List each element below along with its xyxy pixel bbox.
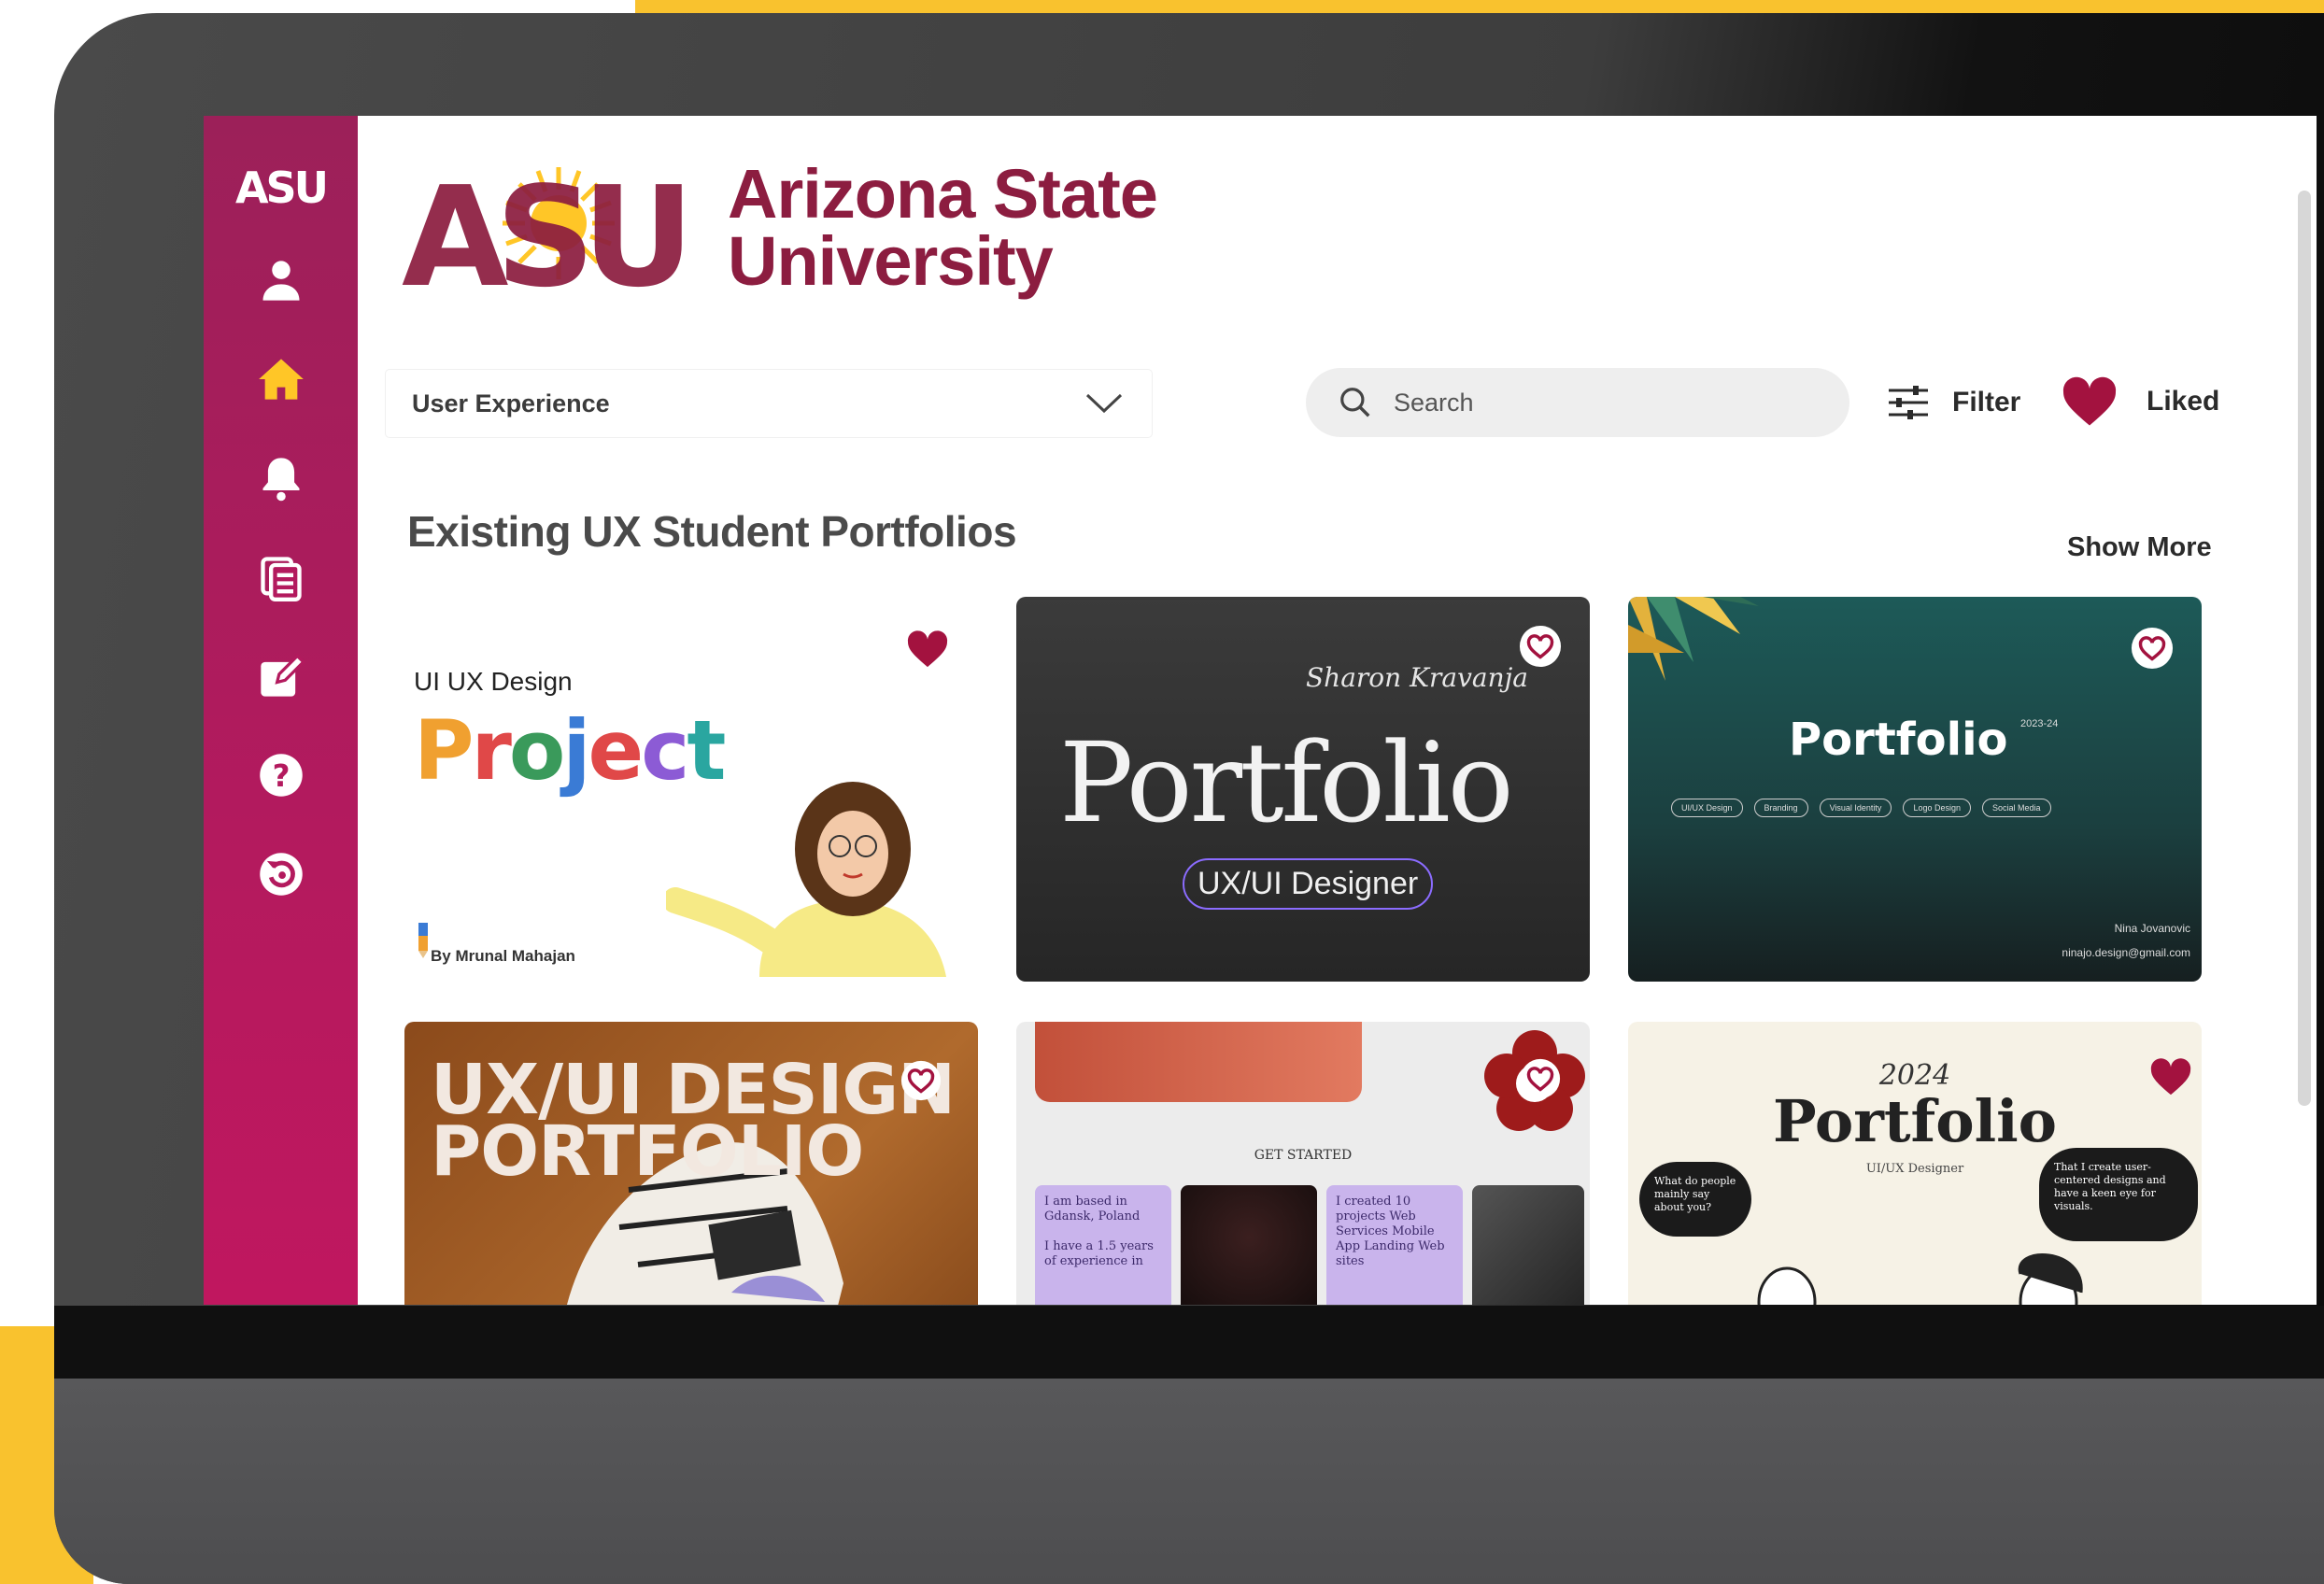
sidebar-logo[interactable]: ASU [235,163,329,219]
monitor-frame: ASU ? ASU Arizona State University User … [54,13,2324,1584]
user-icon [262,261,299,301]
portfolio-card[interactable]: UI UX Design Project By Mrunal Mahajan [404,592,978,977]
card-tags: UI/UX Design Branding Visual Identity Lo… [1671,799,2051,817]
heart-outline-icon[interactable] [1519,1057,1562,1100]
monitor-bezel-bottom [54,1306,2324,1380]
portfolio-card[interactable]: 2024 Portfolio UI/UX Designer What do pe… [1628,1022,2202,1305]
card-photo [1181,1185,1317,1305]
chevron-down-icon [1085,393,1123,414]
card-section-title: GET STARTED [1254,1148,1353,1163]
sidebar-item-edit[interactable] [244,639,319,714]
card-contact: Nina Jovanovic ninajo.design@gmail.com [2062,916,2190,965]
leaf-decoration [1628,597,1759,681]
portfolio-card[interactable]: GET STARTED I am based in Gdansk, Poland… [1016,1022,1590,1305]
card-info-box: I am based in Gdansk, Poland I have a 1.… [1035,1185,1171,1305]
heart-outline-icon[interactable] [2131,627,2174,670]
heart-filled-icon[interactable] [2149,1055,2192,1098]
liked-button[interactable]: Liked [2061,370,2219,433]
card-tag: UI/UX Design [1671,799,1743,817]
edit-icon [260,654,305,697]
sidebar-item-documents[interactable] [244,540,319,615]
monitor-chin [54,1379,2324,1584]
history-icon [259,853,303,896]
sliders-icon [1889,386,1928,419]
card-author: Sharon Kravanja [1306,662,1528,693]
heart-filled-icon [2062,376,2117,426]
category-dropdown[interactable]: User Experience [386,370,1152,437]
card-title: Portfolio [1789,714,2008,766]
card-banner [1035,1022,1362,1102]
card-tag: Logo Design [1903,799,1971,817]
show-more-link[interactable]: Show More [2067,532,2212,563]
speech-bubble: That I create user-centered designs and … [2039,1148,2198,1241]
sidebar: ASU ? [204,116,358,1305]
portfolio-card[interactable]: UX/UI DESIGN PORTFOLIO [404,1022,978,1305]
sidebar-item-profile[interactable] [244,243,319,318]
sidebar-item-notifications[interactable] [244,441,319,516]
filter-button[interactable]: Filter [1887,373,2020,432]
card-tag: Social Media [1981,799,2051,817]
card-author: Nina Jovanovic [2114,922,2190,935]
liked-label: Liked [2147,386,2220,417]
card-email: ninajo.design@gmail.com [2062,946,2190,959]
card-role: UX/UI Designer [1183,858,1434,910]
asu-logo-mark: ASU [402,157,705,318]
app-screen: ASU ? ASU Arizona State University User … [204,116,2317,1305]
search-input[interactable] [1394,388,1805,417]
section-title: Existing UX Student Portfolios [407,507,1017,556]
bell-icon [262,458,299,502]
sidebar-item-help[interactable]: ? [244,738,319,813]
heart-filled-icon[interactable] [906,629,949,669]
card-info-box: I created 10 projects Web Services Mobil… [1326,1185,1463,1305]
card-tag: Visual Identity [1819,799,1892,817]
pencil-icon [418,923,428,958]
student-illustration [666,782,946,977]
documents-icon [260,557,302,601]
heart-outline-icon[interactable] [1519,625,1562,668]
sidebar-item-history[interactable] [244,837,319,912]
home-icon [258,359,304,400]
search-icon [1340,388,1370,417]
card-subtitle: UI UX Design [414,667,573,696]
sunburst-icon: ASU [402,157,695,318]
svg-text:ASU: ASU [402,165,682,291]
search-bar[interactable] [1306,368,1849,437]
card-title: UX/UI DESIGN PORTFOLIO [431,1055,956,1186]
university-name-line2: University [728,222,1054,300]
card-photo [1472,1185,1584,1305]
card-title: Portfolio [1772,1087,2058,1155]
university-name: Arizona State University [728,155,1158,300]
portfolio-card[interactable]: Sharon Kravanja Portfolio UX/UI Designer [1016,597,1590,982]
heart-outline-icon[interactable] [900,1059,942,1102]
help-icon: ? [259,754,303,797]
speech-bubble: What do people mainly say about you? [1639,1162,1751,1237]
category-dropdown-value: User Experience [412,389,610,417]
card-title: Portfolio [1059,718,1514,847]
card-tag: Branding [1753,799,1808,817]
university-name-line1: Arizona State [728,155,1158,233]
people-illustration [1757,1253,2083,1305]
sidebar-item-home[interactable] [244,342,319,417]
svg-text:?: ? [272,758,290,794]
asu-logo[interactable]: ASU Arizona State University [402,155,1158,318]
portfolio-card[interactable]: Portfolio 2023-24 UI/UX Design Branding … [1628,597,2202,982]
filter-label: Filter [1952,387,2021,417]
card-year: 2023-24 [2020,718,2059,729]
scrollbar[interactable] [2298,191,2311,1106]
card-byline: By Mrunal Mahajan [431,947,575,965]
